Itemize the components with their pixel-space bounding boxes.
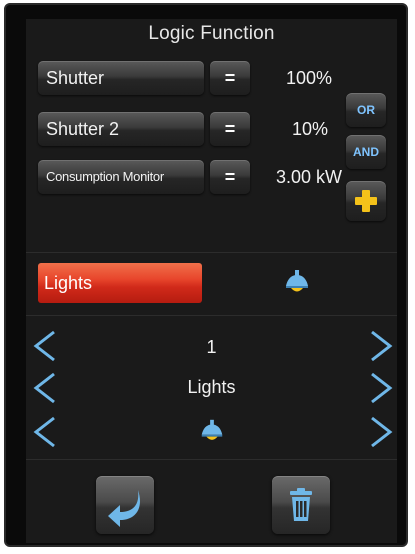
device-frame: Logic Function Shutter = 100% Shutter 2 … xyxy=(4,3,408,547)
plus-icon xyxy=(355,190,377,212)
condition-value-3: 3.00 kW xyxy=(275,167,342,187)
page-title: Logic Function xyxy=(148,23,275,44)
chevron-left-icon-row2[interactable] xyxy=(30,371,60,405)
selector-number: 1 xyxy=(206,337,217,357)
logic-function-screen: Logic Function Shutter = 100% Shutter 2 … xyxy=(26,19,397,543)
back-arrow-icon xyxy=(108,490,140,527)
condition-operator-button-3[interactable]: = xyxy=(210,160,250,194)
trash-icon xyxy=(290,488,312,521)
lamp-icon[interactable] xyxy=(282,267,312,297)
divider-top xyxy=(26,252,397,253)
back-button[interactable] xyxy=(96,476,154,534)
chevron-right-icon-row3[interactable] xyxy=(366,415,396,449)
condition-value-1: 100% xyxy=(285,68,332,88)
and-button[interactable]: AND xyxy=(346,135,386,169)
chevron-left-icon-row3[interactable] xyxy=(30,415,60,449)
delete-button[interactable] xyxy=(272,476,330,534)
action-device-button[interactable]: Lights xyxy=(38,263,202,303)
chevron-left-icon-row1[interactable] xyxy=(30,329,60,363)
divider-middle xyxy=(26,315,397,316)
condition-device-button-3[interactable]: Consumption Monitor xyxy=(38,160,204,194)
selector-lamp-icon xyxy=(201,419,223,440)
selector-name: Lights xyxy=(187,377,236,397)
chevron-right-icon-row1[interactable] xyxy=(366,329,396,363)
add-condition-button[interactable] xyxy=(346,181,386,221)
condition-device-button-2[interactable]: Shutter 2 xyxy=(38,112,204,146)
divider-bottom xyxy=(26,459,397,460)
condition-device-button-1[interactable]: Shutter xyxy=(38,61,204,95)
chevron-right-icon-row2[interactable] xyxy=(366,371,396,405)
or-button[interactable]: OR xyxy=(346,93,386,127)
condition-value-2: 10% xyxy=(291,119,328,139)
